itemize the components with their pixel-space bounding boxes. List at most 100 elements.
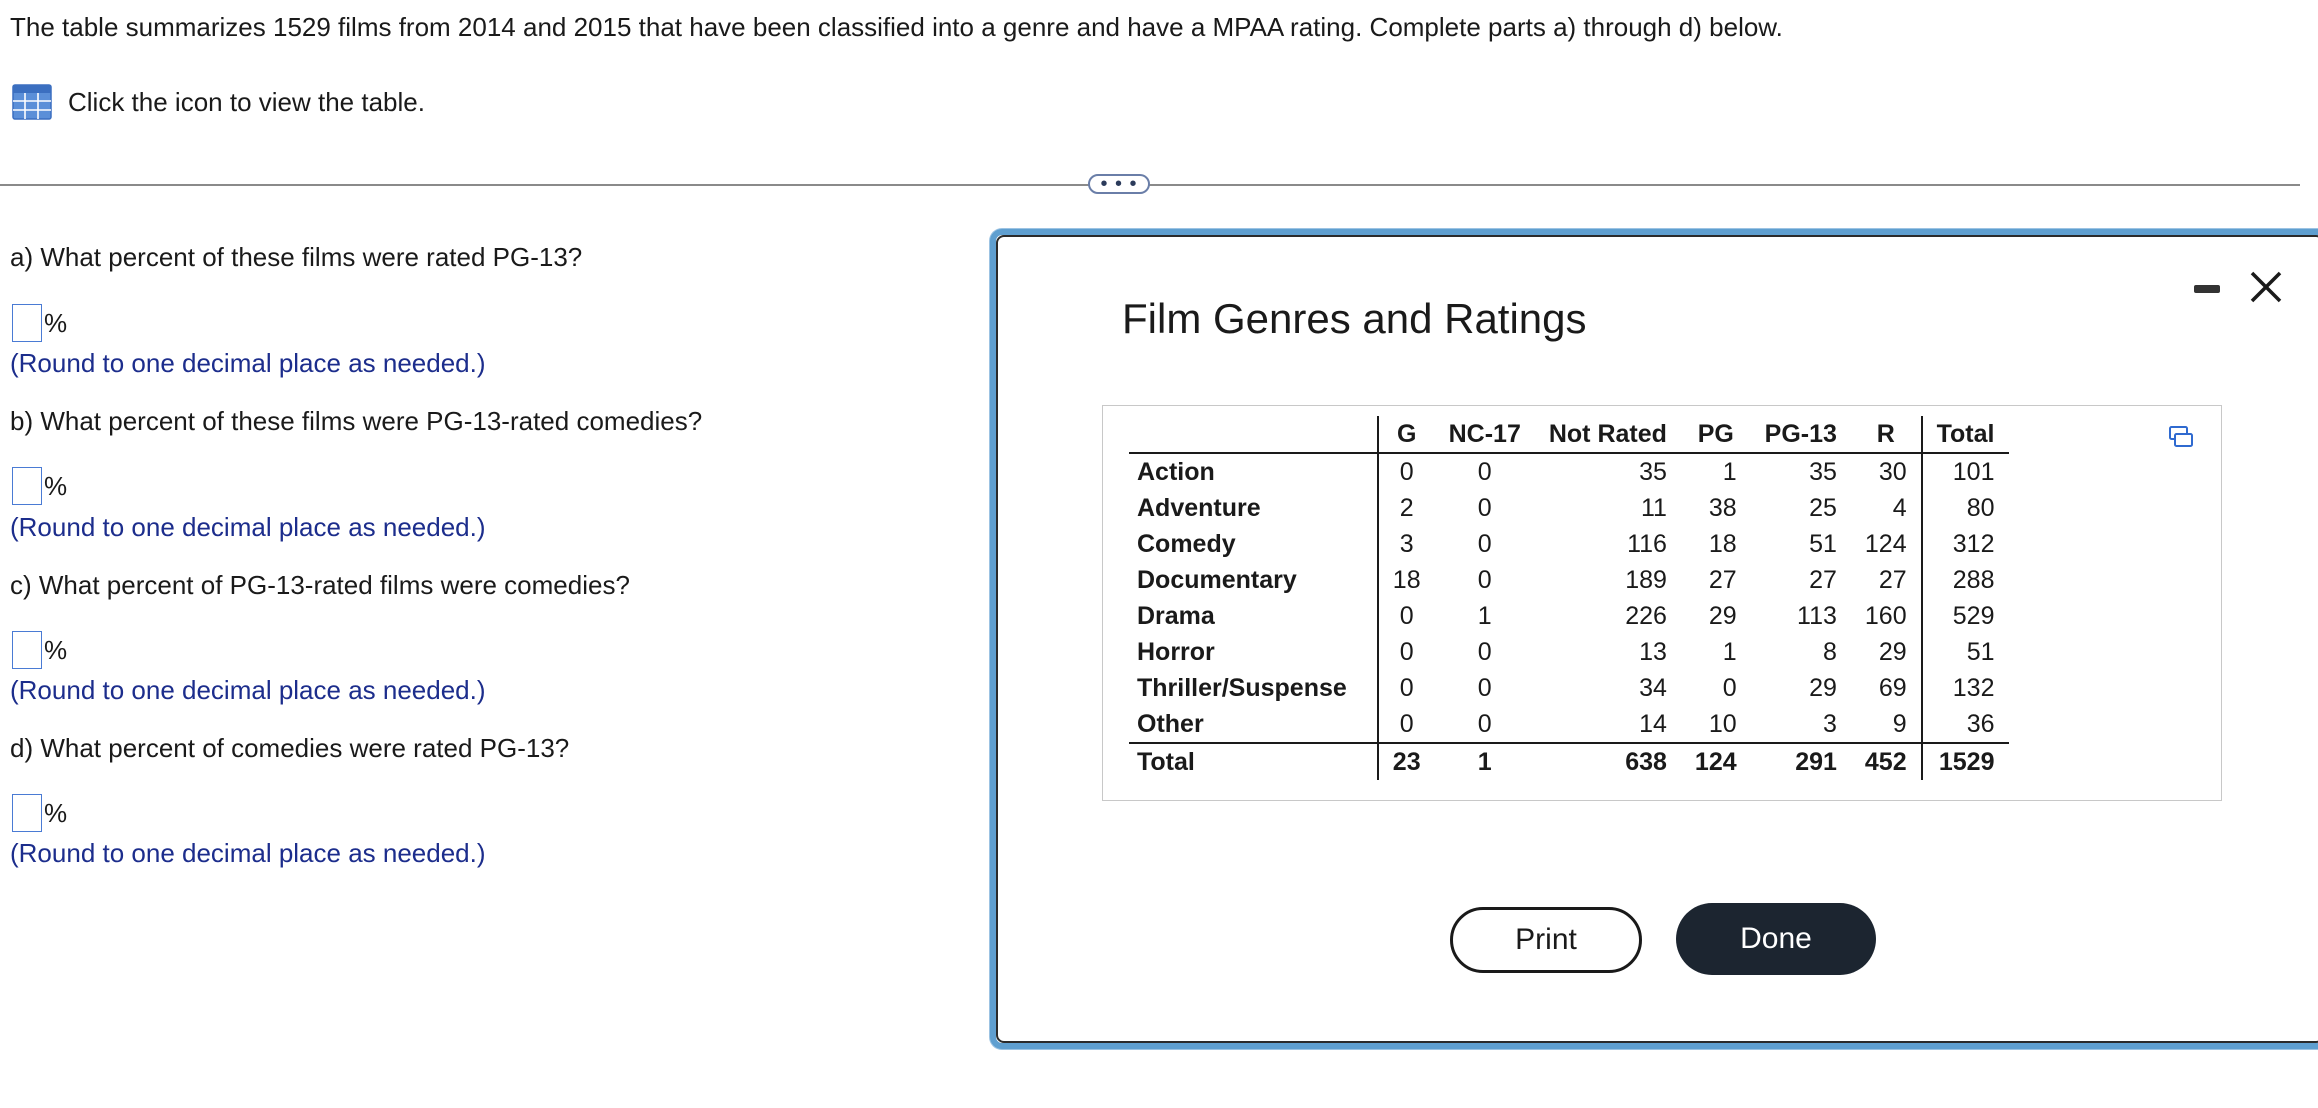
value-cell: 10 — [1708, 710, 1737, 738]
genre-cell: Comedy — [1137, 530, 1236, 558]
percent-unit: % — [44, 470, 68, 501]
value-cell: 80 — [1920, 490, 2009, 526]
page: The table summarizes 1529 films from 201… — [0, 0, 2318, 1108]
table-row: Thriller/Suspense 0 0 34 0 29 69 132 — [1129, 670, 2009, 706]
answer-input-c[interactable] — [12, 631, 42, 669]
value-cell: 30 — [1878, 458, 1907, 486]
value-cell: 124 — [1680, 742, 1751, 780]
value-cell: 132 — [1920, 670, 2009, 706]
value-cell: 116 — [1627, 530, 1667, 558]
value-cell: 0 — [1376, 670, 1435, 706]
answer-input-b[interactable] — [12, 467, 42, 505]
value-cell: 0 — [1477, 638, 1492, 666]
value-cell: 36 — [1920, 706, 2009, 743]
value-cell: 27 — [1878, 566, 1907, 594]
question-c: c) What percent of PG-13-rated films wer… — [10, 570, 630, 600]
value-cell: 25 — [1809, 494, 1837, 522]
value-cell: 113 — [1797, 602, 1837, 630]
close-icon[interactable] — [2246, 267, 2286, 307]
done-button[interactable]: Done — [1676, 903, 1876, 975]
question-b: b) What percent of these films were PG-1… — [10, 406, 703, 436]
view-table-link[interactable]: Click the icon to view the table. — [12, 84, 425, 120]
table-row: Drama 0 1 226 29 113 160 529 — [1129, 598, 2009, 634]
column-header: Total — [1920, 416, 2009, 454]
value-cell: 0 — [1477, 674, 1492, 702]
value-cell: 18 — [1376, 562, 1435, 598]
value-cell: 291 — [1750, 742, 1851, 780]
answer-row-b: % — [12, 467, 67, 505]
value-cell: 226 — [1625, 602, 1667, 630]
value-cell: 29 — [1809, 674, 1837, 702]
genre-rating-table: G NC-17 Not Rated PG PG-13 R Total Actio… — [1129, 416, 2009, 780]
copy-icon[interactable] — [2169, 426, 2193, 448]
value-cell: 34 — [1639, 674, 1667, 702]
question-d: d) What percent of comedies were rated P… — [10, 733, 570, 763]
rounding-hint-d: (Round to one decimal place as needed.) — [10, 838, 486, 868]
percent-unit: % — [44, 797, 68, 828]
value-cell: 38 — [1708, 494, 1737, 522]
value-cell: 312 — [1920, 526, 2009, 562]
value-cell: 14 — [1639, 710, 1667, 738]
table-row: Action 0 0 35 1 35 30 101 — [1129, 453, 2009, 490]
table-row: Documentary 18 0 189 27 27 27 288 — [1129, 562, 2009, 598]
value-cell: 29 — [1878, 638, 1907, 666]
value-cell: 0 — [1376, 453, 1435, 490]
answer-row-d: % — [12, 794, 67, 832]
value-cell: 4 — [1892, 494, 1907, 522]
percent-unit: % — [44, 634, 68, 665]
rounding-hint-a: (Round to one decimal place as needed.) — [10, 348, 486, 378]
value-cell: 9 — [1892, 710, 1907, 738]
modal-title: Film Genres and Ratings — [1122, 295, 1587, 342]
problem-prompt: The table summarizes 1529 films from 201… — [10, 12, 1783, 42]
value-cell: 0 — [1376, 598, 1435, 634]
expand-ellipsis-button[interactable]: • • • — [1088, 174, 1150, 194]
column-header: PG-13 — [1750, 416, 1851, 454]
answer-row-c: % — [12, 631, 67, 669]
value-cell: 69 — [1878, 674, 1907, 702]
column-header: G — [1376, 416, 1435, 454]
rounding-hint-c: (Round to one decimal place as needed.) — [10, 675, 486, 705]
value-cell: 452 — [1850, 742, 1922, 780]
value-cell: 27 — [1708, 566, 1737, 594]
value-cell: 35 — [1639, 458, 1667, 486]
answer-row-a: % — [12, 304, 67, 342]
table-frame: G NC-17 Not Rated PG PG-13 R Total Actio… — [1102, 405, 2222, 801]
value-cell: 0 — [1477, 494, 1492, 522]
value-cell: 27 — [1809, 566, 1837, 594]
value-cell: 0 — [1376, 706, 1435, 743]
value-cell: 0 — [1477, 710, 1492, 738]
value-cell: 1 — [1434, 742, 1535, 780]
table-row: Adventure 2 0 11 38 25 4 80 — [1129, 490, 2009, 526]
genre-cell: Total — [1129, 742, 1378, 780]
table-row: Other 0 0 14 10 3 9 36 — [1129, 706, 2009, 743]
table-total-row: Total 23 1 638 124 291 452 1529 — [1129, 742, 2009, 780]
genre-cell: Documentary — [1137, 566, 1297, 594]
value-cell: 0 — [1477, 530, 1492, 558]
value-cell: 18 — [1708, 530, 1737, 558]
value-cell: 189 — [1625, 566, 1667, 594]
value-cell: 0 — [1477, 458, 1492, 486]
genre-cell: Action — [1137, 458, 1215, 486]
genre-cell: Thriller/Suspense — [1137, 674, 1347, 702]
value-cell: 101 — [1920, 453, 2009, 490]
column-header: Not Rated — [1534, 416, 1681, 454]
value-cell: 29 — [1708, 602, 1737, 630]
rounding-hint-b: (Round to one decimal place as needed.) — [10, 512, 486, 542]
print-button[interactable]: Print — [1450, 907, 1642, 973]
table-header-row: G NC-17 Not Rated PG PG-13 R Total — [1129, 416, 2009, 454]
value-cell: 13 — [1639, 638, 1667, 666]
genre-cell: Drama — [1137, 602, 1215, 630]
divider — [0, 184, 2300, 186]
value-cell: 288 — [1920, 562, 2009, 598]
value-cell: 8 — [1823, 638, 1837, 666]
answer-input-a[interactable] — [12, 304, 42, 342]
minimize-icon[interactable] — [2194, 285, 2220, 293]
value-cell: 160 — [1864, 602, 1907, 630]
value-cell: 3 — [1376, 526, 1435, 562]
table-grid-icon[interactable] — [12, 84, 52, 120]
genre-cell: Horror — [1137, 638, 1215, 666]
value-cell: 1 — [1722, 638, 1737, 666]
view-table-label: Click the icon to view the table. — [68, 86, 425, 117]
value-cell: 1 — [1722, 458, 1737, 486]
answer-input-d[interactable] — [12, 794, 42, 832]
